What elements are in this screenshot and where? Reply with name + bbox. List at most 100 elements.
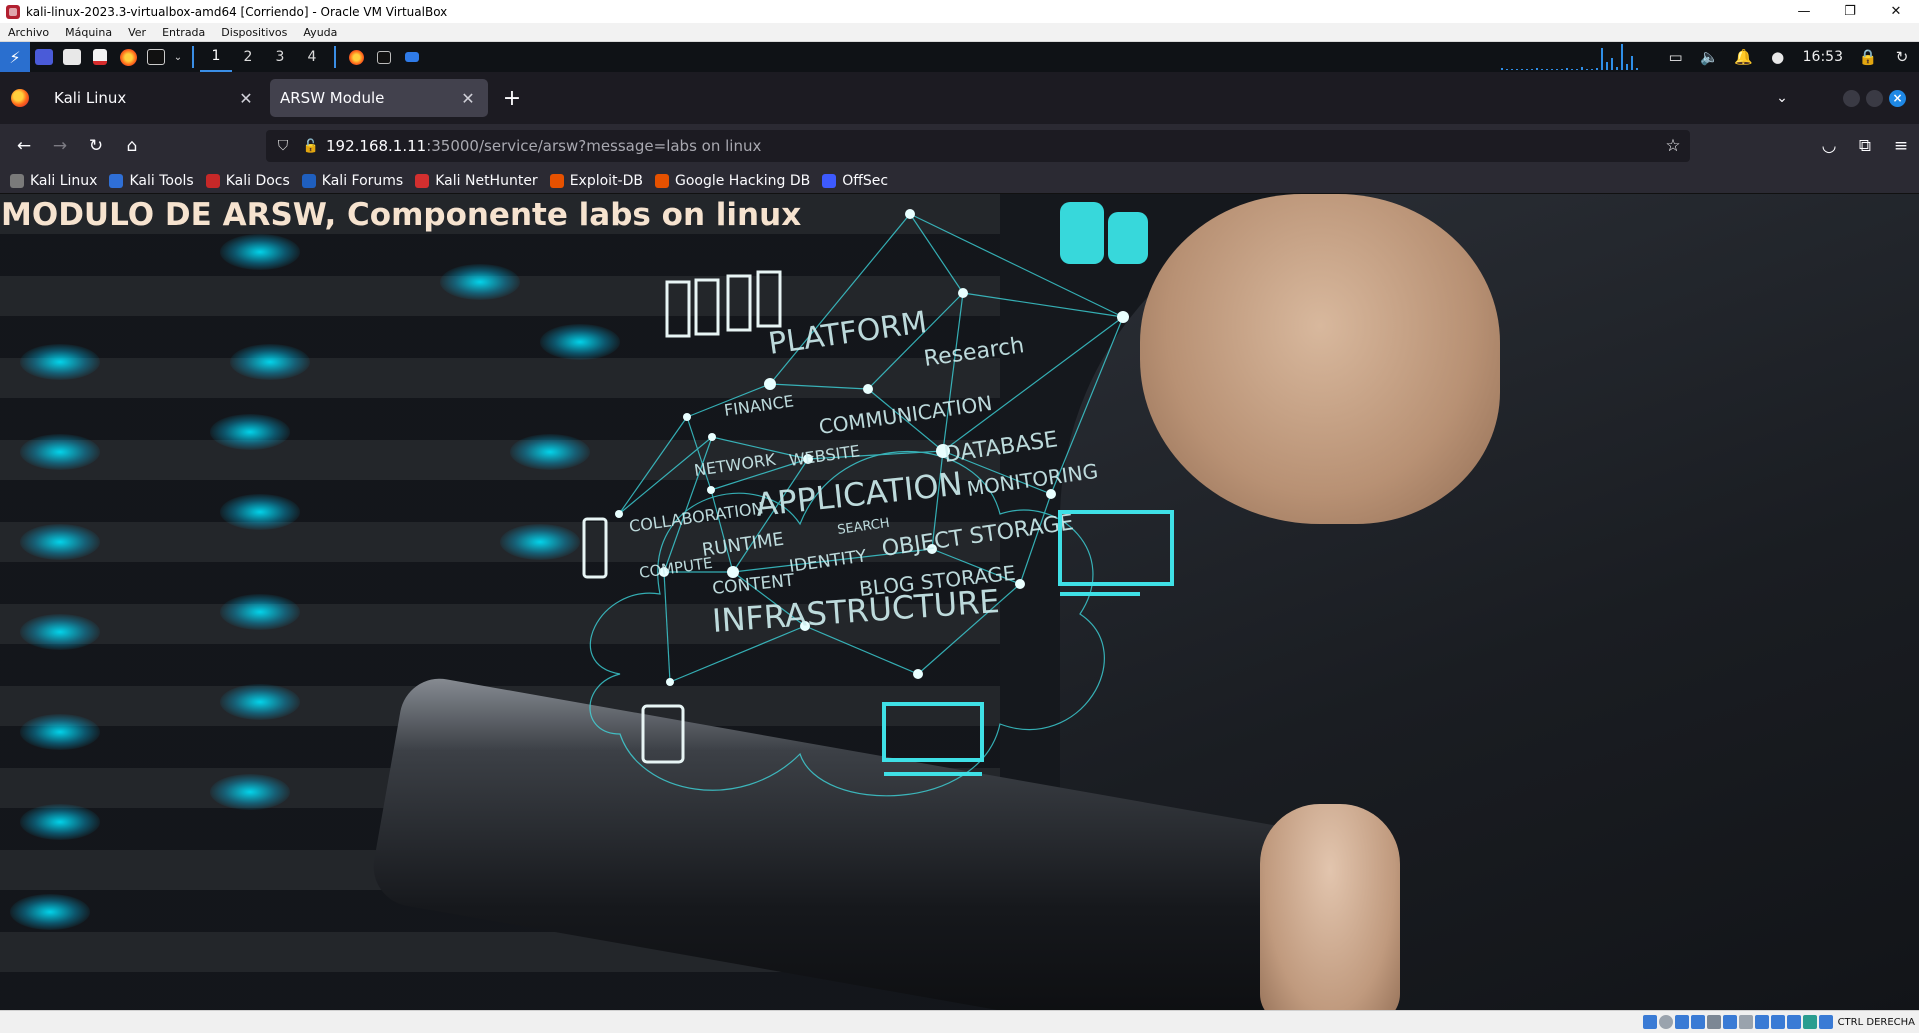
cpu-graph-bar xyxy=(1545,69,1548,70)
cpu-graph-bar xyxy=(1510,69,1513,70)
bookmark-google-hacking-db[interactable]: Google Hacking DB xyxy=(654,173,810,189)
cpu-graph-bar xyxy=(1565,68,1568,70)
desktop-icon[interactable] xyxy=(30,42,58,72)
mouse-integration-icon[interactable] xyxy=(1786,1015,1801,1029)
cpu-graph-bar xyxy=(1515,69,1518,70)
pocket-icon[interactable]: ◡ xyxy=(1811,130,1847,162)
tracking-shield-icon[interactable]: ⛉ xyxy=(266,138,300,154)
firefox-tab-strip: Kali Linux ✕ ARSW Module ✕ + ⌄ × xyxy=(0,72,1919,124)
menu-archivo[interactable]: Archivo xyxy=(0,26,57,39)
tab-close-icon[interactable]: ✕ xyxy=(458,89,478,108)
url-bar[interactable]: ⛉ 🔓 192.168.1.11:35000/service/arsw?mess… xyxy=(266,130,1690,162)
cpu-graph-bar xyxy=(1600,48,1603,70)
menu-entrada[interactable]: Entrada xyxy=(154,26,213,39)
reload-button[interactable]: ↻ xyxy=(78,130,114,162)
notification-bell-icon[interactable]: 🔔 xyxy=(1727,42,1761,72)
hard-disk-icon[interactable] xyxy=(1642,1015,1657,1029)
file-manager-icon[interactable] xyxy=(58,42,86,72)
firefox-icon[interactable] xyxy=(114,42,142,72)
window-minimize-icon[interactable] xyxy=(1843,89,1860,107)
cloud-word: PLATFORM xyxy=(766,305,929,362)
host-window-title: kali-linux-2023.3-virtualbox-amd64 [Corr… xyxy=(26,4,448,19)
host-status-bar: CTRL DERECHA xyxy=(0,1010,1919,1033)
svg-text:COMPUTE: COMPUTE xyxy=(638,554,714,582)
cpu-graph-bar xyxy=(1595,68,1598,70)
clock[interactable]: 16:53 xyxy=(1795,49,1851,65)
url-path: :35000/service/arsw?message=labs on linu… xyxy=(426,137,762,155)
bookmark-kali-nethunter[interactable]: Kali NetHunter xyxy=(415,172,538,189)
taskbar-terminal-icon[interactable] xyxy=(370,42,398,72)
display-icon[interactable] xyxy=(1738,1015,1753,1029)
bookmark-star-icon[interactable]: ☆ xyxy=(1656,136,1690,156)
keyboard-icon[interactable] xyxy=(1802,1015,1817,1029)
bookmark-kali-tools[interactable]: Kali Tools xyxy=(109,173,194,189)
window-icon[interactable]: ▭ xyxy=(1659,42,1693,72)
nav-right-toolbar: ◡ ⧉ ≡ xyxy=(1811,130,1919,162)
cpu-graph-bar xyxy=(1590,69,1593,70)
workspace-1[interactable]: 1 xyxy=(200,42,232,72)
hamburger-menu-icon[interactable]: ≡ xyxy=(1883,130,1919,162)
bookmark-kali-linux[interactable]: Kali Linux xyxy=(10,173,97,189)
back-button[interactable]: ← xyxy=(6,130,42,162)
virtualbox-icon xyxy=(6,4,20,19)
lock-icon[interactable]: 🔒 xyxy=(1851,42,1885,72)
connection-lock-icon[interactable]: 🔓 xyxy=(300,139,322,154)
close-button[interactable]: ✕ xyxy=(1873,0,1919,23)
url-text[interactable]: 192.168.1.11:35000/service/arsw?message=… xyxy=(322,137,1656,155)
terminal-icon[interactable] xyxy=(142,42,170,72)
cpu-icon[interactable] xyxy=(1770,1015,1785,1029)
firefox-nav-bar: ← → ↻ ⌂ ⛉ 🔓 192.168.1.11:35000/service/a… xyxy=(0,124,1919,168)
minimize-button[interactable]: — xyxy=(1781,0,1827,23)
list-all-tabs-icon[interactable]: ⌄ xyxy=(1764,80,1800,116)
new-tab-button[interactable]: + xyxy=(494,80,530,116)
svg-text:COMMUNICATION: COMMUNICATION xyxy=(817,391,993,439)
window-close-icon[interactable]: × xyxy=(1889,89,1906,107)
bookmark-label: Kali Linux xyxy=(30,172,98,189)
menu-maquina[interactable]: Máquina xyxy=(57,26,120,39)
taskbar-firefox-icon[interactable] xyxy=(342,42,370,72)
offsec-icon xyxy=(822,173,837,188)
kali-menu-icon[interactable]: ⚡ xyxy=(0,42,30,72)
volume-icon[interactable]: 🔈 xyxy=(1693,42,1727,72)
power-icon[interactable]: ● xyxy=(1761,42,1795,72)
bookmark-kali-forums[interactable]: Kali Forums xyxy=(301,172,404,189)
menu-dispositivos[interactable]: Dispositivos xyxy=(213,26,295,39)
cpu-graph-bar xyxy=(1580,67,1583,70)
usb-icon[interactable] xyxy=(1706,1015,1721,1029)
video-capture-icon[interactable] xyxy=(1754,1015,1769,1029)
refresh-icon[interactable]: ↻ xyxy=(1885,42,1919,72)
cpu-graph-bar xyxy=(1630,56,1633,70)
window-maximize-icon[interactable] xyxy=(1866,89,1883,107)
workspace-3[interactable]: 3 xyxy=(264,42,296,72)
host-key-label: CTRL DERECHA xyxy=(1837,1016,1915,1028)
bookmark-offsec[interactable]: OffSec xyxy=(822,173,888,189)
host-key-icon[interactable] xyxy=(1818,1015,1833,1029)
bookmark-exploit-db[interactable]: Exploit-DB xyxy=(549,173,643,189)
bookmark-label: Kali Forums xyxy=(321,172,404,189)
optical-drive-icon[interactable] xyxy=(1658,1015,1673,1029)
forward-button[interactable]: → xyxy=(42,130,78,162)
audio-icon[interactable] xyxy=(1674,1015,1689,1029)
cpu-graph-bar xyxy=(1625,64,1628,70)
restore-button[interactable]: ❐ xyxy=(1827,0,1873,23)
bookmark-label: Kali NetHunter xyxy=(435,172,538,189)
cpu-graph-bar xyxy=(1575,69,1578,70)
menu-ayuda[interactable]: Ayuda xyxy=(295,26,345,39)
bookmark-label: OffSec xyxy=(842,172,889,189)
bookmark-kali-docs[interactable]: Kali Docs xyxy=(205,173,290,189)
menu-ver[interactable]: Ver xyxy=(120,26,154,39)
extensions-icon[interactable]: ⧉ xyxy=(1847,130,1883,162)
workspace-2[interactable]: 2 xyxy=(232,42,264,72)
network-icon[interactable] xyxy=(1690,1015,1705,1029)
taskbar-folder-icon[interactable] xyxy=(398,42,426,72)
workspace-4[interactable]: 4 xyxy=(296,42,328,72)
home-button[interactable]: ⌂ xyxy=(114,130,150,162)
tab-kali-linux[interactable]: Kali Linux ✕ xyxy=(44,79,266,117)
tab-arsw-module[interactable]: ARSW Module ✕ xyxy=(270,79,488,117)
text-editor-icon[interactable] xyxy=(86,42,114,72)
chevron-down-icon[interactable]: ⌄ xyxy=(170,42,186,72)
tab-close-icon[interactable]: ✕ xyxy=(236,89,256,108)
shared-folder-icon[interactable] xyxy=(1722,1015,1737,1029)
host-menu-bar: Archivo Máquina Ver Entrada Dispositivos… xyxy=(0,23,1919,42)
firefox-view-icon[interactable] xyxy=(0,78,40,118)
